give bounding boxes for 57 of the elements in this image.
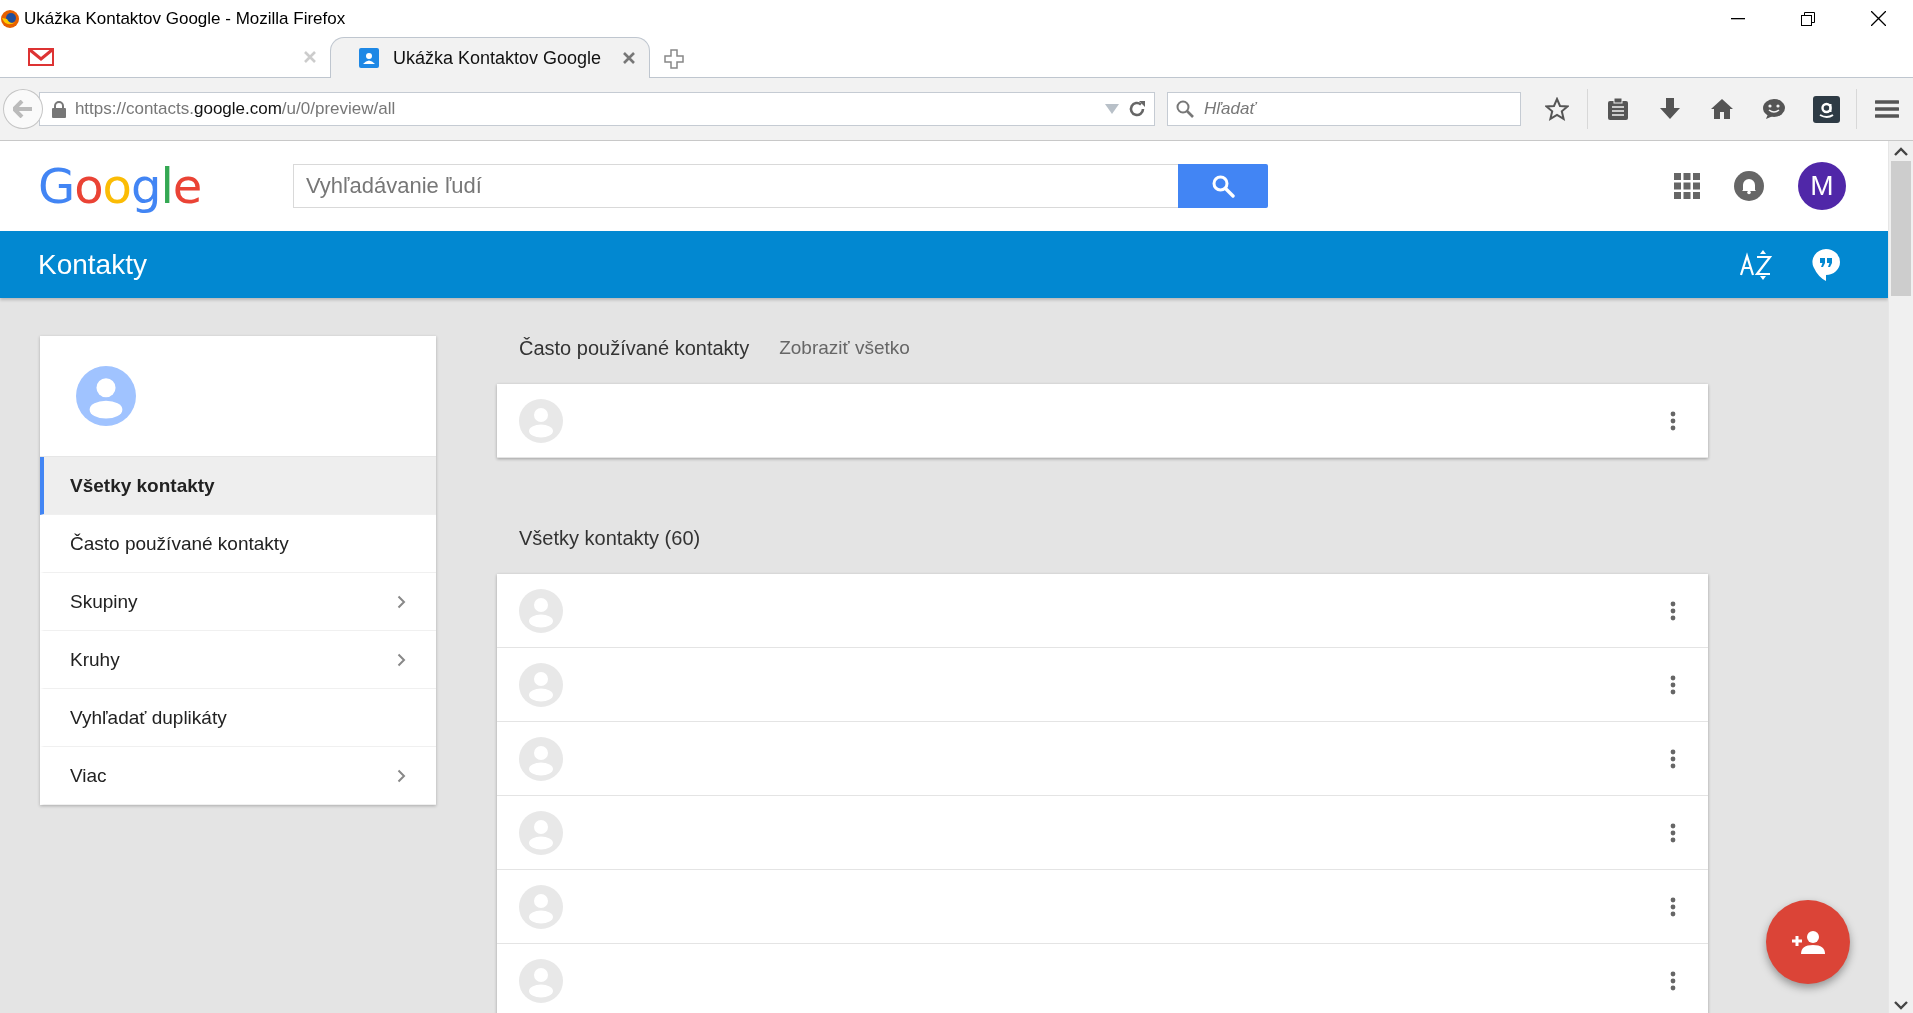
add-person-icon bbox=[1791, 930, 1825, 954]
back-arrow-icon bbox=[12, 100, 33, 118]
quote-bubble-icon bbox=[1812, 248, 1840, 281]
sidebar-item[interactable]: Často používané kontakty bbox=[40, 515, 436, 573]
star-icon bbox=[1545, 97, 1569, 121]
speech-bubble-button[interactable] bbox=[1812, 248, 1840, 281]
people-search-field[interactable]: Vyhľadávanie ľudí bbox=[293, 164, 1178, 208]
search-icon bbox=[1176, 100, 1194, 118]
more-vert-icon bbox=[1670, 674, 1676, 695]
more-vert-icon bbox=[1670, 822, 1676, 843]
search-icon bbox=[1211, 174, 1235, 198]
letter-a-logo-icon bbox=[1812, 95, 1840, 123]
app-title: Kontakty bbox=[38, 248, 147, 281]
minimize-icon bbox=[1731, 17, 1745, 20]
smiley-bubble-icon bbox=[1762, 98, 1786, 120]
add-contact-button[interactable] bbox=[1766, 900, 1850, 984]
show-all-link[interactable]: Zobraziť všetko bbox=[779, 337, 910, 359]
more-vert-icon bbox=[1670, 600, 1676, 621]
apps-grid-button[interactable] bbox=[1674, 173, 1700, 199]
more-vert-icon bbox=[1670, 410, 1676, 431]
sidebar-item[interactable]: Viac bbox=[40, 747, 436, 805]
sidebar-item[interactable]: Všetky kontakty bbox=[40, 457, 436, 515]
sidebar-item[interactable]: Vyhľadať duplikáty bbox=[40, 689, 436, 747]
new-tab-icon[interactable] bbox=[664, 49, 684, 69]
browser-search-field[interactable]: Hľadať bbox=[1167, 92, 1521, 126]
account-avatar[interactable]: M bbox=[1798, 162, 1846, 210]
home-icon bbox=[1710, 98, 1734, 120]
browser-logo-icon bbox=[0, 8, 20, 29]
download-arrow-icon bbox=[1659, 98, 1681, 120]
window-title: Ukážka Kontaktov Google - Mozilla Firefox bbox=[24, 8, 347, 29]
more-vert-icon bbox=[1670, 970, 1676, 991]
address-field[interactable]: https://contacts.google.com/u/0/preview/all bbox=[38, 92, 1155, 126]
envelope-icon bbox=[28, 48, 54, 66]
apps-grid-icon bbox=[1674, 173, 1700, 199]
menu-icon bbox=[1875, 99, 1899, 119]
logo[interactable]: Google bbox=[38, 158, 253, 214]
clipboard-icon bbox=[1607, 97, 1629, 121]
more-vert-icon bbox=[1670, 896, 1676, 917]
sort-az-icon bbox=[1740, 249, 1772, 280]
sidebar-item[interactable]: Kruhy bbox=[40, 631, 436, 689]
reload-icon[interactable] bbox=[1128, 100, 1146, 118]
profile-avatar-icon bbox=[76, 366, 136, 426]
section-title: Často používané kontakty bbox=[519, 336, 750, 360]
scrollbar-thumb[interactable] bbox=[1891, 161, 1911, 296]
more-vert-icon bbox=[1670, 748, 1676, 769]
search-button[interactable] bbox=[1178, 164, 1268, 208]
section-title: Všetky kontakty (60) bbox=[519, 526, 701, 550]
close-tab-icon[interactable] bbox=[623, 52, 635, 64]
sort-az-button[interactable] bbox=[1740, 249, 1772, 280]
contact-card-icon bbox=[359, 48, 379, 68]
sidebar-item[interactable]: Skupiny bbox=[40, 573, 436, 631]
lock-icon bbox=[51, 100, 66, 118]
restore-icon bbox=[1801, 11, 1815, 26]
browser-tab[interactable]: Ukážka Kontaktov Google bbox=[330, 37, 650, 78]
close-icon bbox=[1870, 11, 1886, 26]
notifications-button[interactable] bbox=[1734, 171, 1764, 201]
bell-icon bbox=[1734, 171, 1764, 201]
